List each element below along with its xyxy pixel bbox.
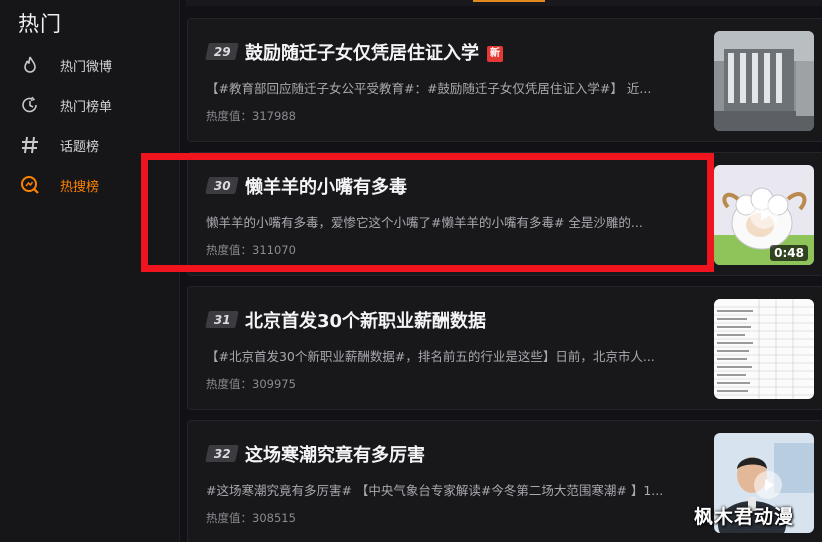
- heat-value: 热度值：317988: [206, 109, 296, 123]
- new-badge: 新: [487, 46, 503, 62]
- sidebar-item-label: 话题榜: [60, 139, 100, 155]
- sidebar: 热门 热门微博 热门榜单 话题榜 热搜榜: [0, 0, 180, 542]
- sidebar-item-hot-weibo[interactable]: 热门微博: [18, 52, 112, 78]
- rank-badge: 30: [205, 177, 239, 194]
- flame-icon: [18, 53, 42, 77]
- sidebar-title: 热门: [18, 12, 62, 36]
- hashtag-icon: [18, 133, 42, 157]
- sidebar-item-hot-list[interactable]: 热门榜单: [18, 92, 112, 118]
- hot-search-card[interactable]: 29 鼓励随迁子女仅凭居住证入学新 【#教育部回应随迁子女公平受教育#：#鼓励随…: [187, 18, 822, 142]
- topic-summary: #这场寒潮究竟有多厉害# 【中央气象台专家解读#今冬第二场大范围寒潮# 】1..…: [206, 483, 664, 498]
- topic-title[interactable]: 北京首发30个新职业薪酬数据: [245, 307, 486, 333]
- sidebar-item-topics[interactable]: 话题榜: [18, 132, 99, 158]
- topic-summary: 【#北京首发30个新职业薪酬数据#，排名前五的行业是这些】日前，北京市人...: [206, 349, 655, 364]
- scroll-accent: [473, 0, 545, 2]
- play-icon[interactable]: [754, 471, 782, 499]
- topic-title[interactable]: 鼓励随迁子女仅凭居住证入学新: [245, 39, 503, 65]
- topic-summary: 懒羊羊的小嘴有多毒，爱惨它这个小嘴了#懒羊羊的小嘴有多毒# 全是沙雕的...: [206, 215, 643, 230]
- topic-thumbnail[interactable]: [714, 299, 814, 399]
- sidebar-item-hot-search[interactable]: 热搜榜: [18, 172, 99, 198]
- rank-badge: 29: [205, 43, 239, 60]
- video-duration: 0:48: [770, 245, 808, 261]
- heat-value: 热度值：311070: [206, 243, 296, 257]
- rank-badge: 31: [205, 311, 239, 328]
- hot-search-card[interactable]: 30 懒羊羊的小嘴有多毒 懒羊羊的小嘴有多毒，爱惨它这个小嘴了#懒羊羊的小嘴有多…: [187, 152, 822, 276]
- sidebar-item-label: 热搜榜: [60, 179, 100, 195]
- clock-icon: [18, 93, 42, 117]
- search-trend-icon: [18, 173, 42, 197]
- sidebar-item-label: 热门榜单: [60, 99, 113, 115]
- topic-title[interactable]: 这场寒潮究竟有多厉害: [245, 441, 425, 467]
- topic-thumbnail[interactable]: 0:48: [714, 165, 814, 265]
- hot-search-card[interactable]: 31 北京首发30个新职业薪酬数据 【#北京首发30个新职业薪酬数据#，排名前五…: [187, 286, 822, 410]
- topic-summary: 【#教育部回应随迁子女公平受教育#：#鼓励随迁子女仅凭居住证入学#】 近...: [206, 81, 652, 96]
- topic-thumbnail[interactable]: [714, 31, 814, 131]
- watermark: 枫木君动漫: [694, 506, 795, 528]
- play-icon[interactable]: [750, 201, 778, 229]
- rank-badge: 32: [205, 445, 239, 462]
- heat-value: 热度值：309975: [206, 377, 296, 391]
- topic-title[interactable]: 懒羊羊的小嘴有多毒: [245, 173, 407, 199]
- heat-value: 热度值：308515: [206, 511, 296, 525]
- sidebar-item-label: 热门微博: [60, 59, 113, 75]
